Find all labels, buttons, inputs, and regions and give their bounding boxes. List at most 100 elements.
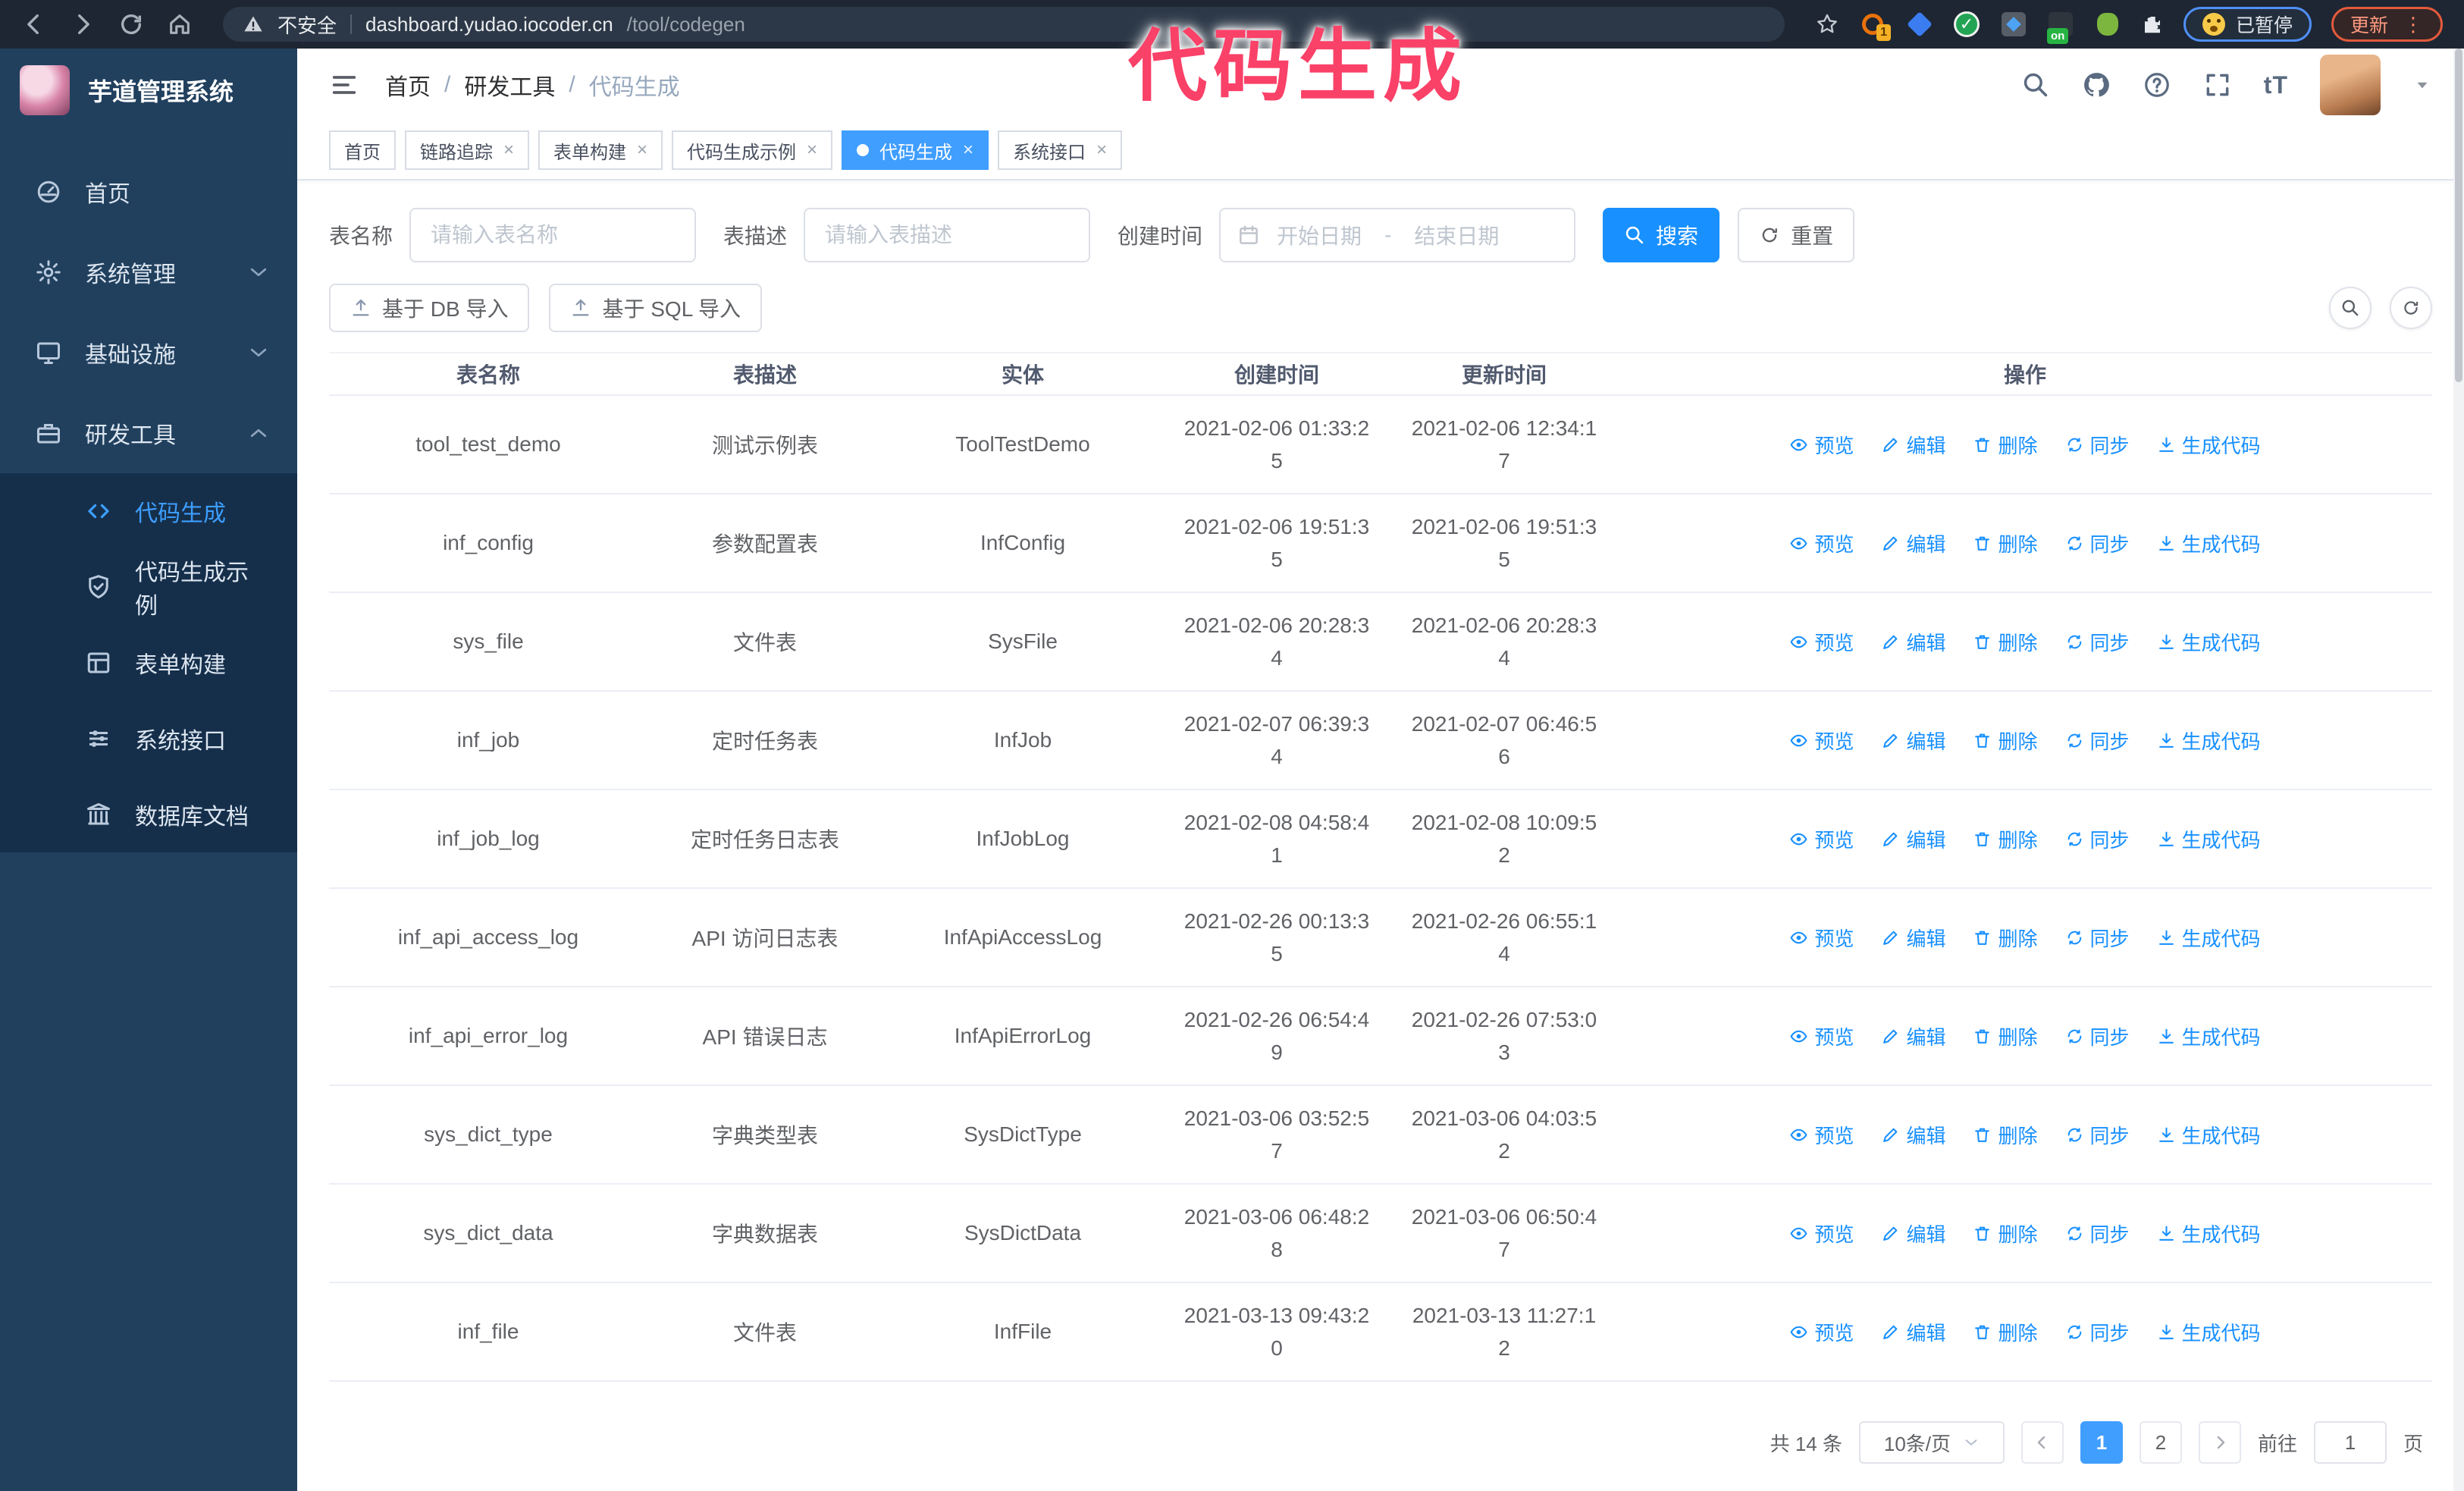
- action-edit[interactable]: 编辑: [1881, 1022, 1945, 1050]
- scrollbar-thumb[interactable]: [2455, 49, 2462, 382]
- action-preview[interactable]: 预览: [1789, 727, 1854, 755]
- extension-green-icon[interactable]: [2094, 11, 2121, 38]
- close-icon[interactable]: ×: [807, 140, 817, 161]
- action-delete[interactable]: 删除: [1973, 431, 2038, 459]
- sidebar-collapse-icon[interactable]: [329, 70, 359, 100]
- tab-链路追踪[interactable]: 链路追踪 ×: [405, 130, 530, 170]
- action-sync[interactable]: 同步: [2065, 924, 2130, 952]
- import-db-button[interactable]: 基于 DB 导入: [329, 284, 530, 332]
- tab-系统接口[interactable]: 系统接口 ×: [998, 130, 1123, 170]
- header-search-icon[interactable]: [2021, 71, 2050, 99]
- action-generate-code[interactable]: 生成代码: [2157, 431, 2261, 459]
- table-name-input[interactable]: [409, 208, 697, 262]
- action-sync[interactable]: 同步: [2065, 529, 2130, 557]
- action-delete[interactable]: 删除: [1973, 1219, 2038, 1248]
- sidebar-item-dev-tools[interactable]: 研发工具: [0, 393, 297, 473]
- breadcrumb-dev-tools[interactable]: 研发工具: [464, 68, 555, 102]
- action-sync[interactable]: 同步: [2065, 1022, 2130, 1050]
- action-preview[interactable]: 预览: [1789, 1022, 1854, 1050]
- tab-首页[interactable]: 首页: [329, 130, 396, 170]
- breadcrumb-home[interactable]: 首页: [385, 68, 431, 102]
- page-size-select[interactable]: 10条/页: [1858, 1421, 2005, 1464]
- action-generate-code[interactable]: 生成代码: [2157, 1219, 2261, 1248]
- table-desc-input[interactable]: [804, 208, 1091, 262]
- close-icon[interactable]: ×: [1096, 140, 1107, 161]
- action-generate-code[interactable]: 生成代码: [2157, 1318, 2261, 1346]
- tab-表单构建[interactable]: 表单构建 ×: [538, 130, 663, 170]
- help-icon[interactable]: [2143, 71, 2171, 99]
- action-edit[interactable]: 编辑: [1881, 628, 1945, 656]
- action-preview[interactable]: 预览: [1789, 529, 1854, 557]
- date-range-picker[interactable]: 开始日期 - 结束日期: [1219, 208, 1576, 262]
- prev-page-button[interactable]: [2020, 1421, 2064, 1464]
- sidebar-item-form-builder[interactable]: 表单构建: [0, 625, 297, 701]
- action-preview[interactable]: 预览: [1789, 825, 1854, 853]
- action-preview[interactable]: 预览: [1789, 1121, 1854, 1149]
- action-sync[interactable]: 同步: [2065, 628, 2130, 656]
- refresh-table-button[interactable]: [2390, 287, 2432, 329]
- action-preview[interactable]: 预览: [1789, 924, 1854, 952]
- action-delete[interactable]: 删除: [1973, 825, 2038, 853]
- reload-icon[interactable]: [118, 11, 144, 37]
- action-edit[interactable]: 编辑: [1881, 1318, 1945, 1346]
- action-sync[interactable]: 同步: [2065, 1121, 2130, 1149]
- sidebar-item-codegen-example[interactable]: 代码生成示例: [0, 549, 297, 625]
- action-preview[interactable]: 预览: [1789, 1318, 1854, 1346]
- action-generate-code[interactable]: 生成代码: [2157, 825, 2261, 853]
- bookmark-star-icon[interactable]: [1815, 12, 1839, 36]
- browser-menu-dots-icon[interactable]: ⋮: [2403, 13, 2424, 36]
- forward-icon[interactable]: [70, 11, 96, 37]
- import-sql-button[interactable]: 基于 SQL 导入: [549, 284, 763, 332]
- action-generate-code[interactable]: 生成代码: [2157, 529, 2261, 557]
- action-generate-code[interactable]: 生成代码: [2157, 727, 2261, 755]
- address-bar[interactable]: 不安全 dashboard.yudao.iocoder.cn/tool/code…: [223, 7, 1785, 42]
- action-preview[interactable]: 预览: [1789, 628, 1854, 656]
- sidebar-item-code-generation[interactable]: 代码生成: [0, 473, 297, 549]
- action-edit[interactable]: 编辑: [1881, 1219, 1945, 1248]
- extension-check-icon[interactable]: ✓: [1953, 11, 1980, 38]
- close-icon[interactable]: ×: [637, 140, 647, 161]
- action-delete[interactable]: 删除: [1973, 1022, 2038, 1050]
- sidebar-item-infrastructure[interactable]: 基础设施: [0, 312, 297, 393]
- action-generate-code[interactable]: 生成代码: [2157, 1121, 2261, 1149]
- sidebar-item-home[interactable]: 首页: [0, 152, 297, 232]
- search-button[interactable]: 搜索: [1603, 208, 1720, 262]
- action-edit[interactable]: 编辑: [1881, 727, 1945, 755]
- action-sync[interactable]: 同步: [2065, 431, 2130, 459]
- action-delete[interactable]: 删除: [1973, 628, 2038, 656]
- extensions-puzzle-icon[interactable]: [2141, 13, 2164, 36]
- reset-button[interactable]: 重置: [1738, 208, 1855, 262]
- tab-代码生成[interactable]: 代码生成 ×: [842, 130, 989, 170]
- page-button-2[interactable]: 2: [2139, 1421, 2182, 1464]
- action-generate-code[interactable]: 生成代码: [2157, 628, 2261, 656]
- action-delete[interactable]: 删除: [1973, 727, 2038, 755]
- tab-代码生成示例[interactable]: 代码生成示例 ×: [672, 130, 833, 170]
- action-delete[interactable]: 删除: [1973, 1121, 2038, 1149]
- fullscreen-icon[interactable]: [2203, 71, 2232, 99]
- action-sync[interactable]: 同步: [2065, 1219, 2130, 1248]
- action-edit[interactable]: 编辑: [1881, 924, 1945, 952]
- close-icon[interactable]: ×: [963, 140, 973, 161]
- action-delete[interactable]: 删除: [1973, 529, 2038, 557]
- toggle-search-button[interactable]: [2329, 287, 2372, 329]
- extension-on-icon[interactable]: on: [2046, 11, 2074, 44]
- text-size-icon[interactable]: tT: [2264, 71, 2288, 99]
- action-preview[interactable]: 预览: [1789, 431, 1854, 459]
- home-icon[interactable]: [167, 11, 193, 37]
- extension-orange-icon[interactable]: 1: [1859, 11, 1891, 41]
- goto-page-input[interactable]: [2313, 1421, 2387, 1464]
- action-edit[interactable]: 编辑: [1881, 825, 1945, 853]
- github-icon[interactable]: [2082, 71, 2111, 99]
- extension-grid-icon[interactable]: [2000, 11, 2027, 38]
- action-preview[interactable]: 预览: [1789, 1219, 1854, 1248]
- sidebar-item-system-management[interactable]: 系统管理: [0, 232, 297, 312]
- action-sync[interactable]: 同步: [2065, 727, 2130, 755]
- sidebar-item-database-doc[interactable]: 数据库文档: [0, 777, 297, 852]
- action-sync[interactable]: 同步: [2065, 1318, 2130, 1346]
- sidebar-item-system-api[interactable]: 系统接口: [0, 701, 297, 777]
- action-delete[interactable]: 删除: [1973, 924, 2038, 952]
- browser-update-button[interactable]: 更新 ⋮: [2331, 7, 2443, 42]
- back-icon[interactable]: [21, 11, 47, 37]
- paused-extension-pill[interactable]: 已暂停: [2183, 7, 2312, 42]
- avatar-caret-down-icon[interactable]: [2412, 75, 2432, 95]
